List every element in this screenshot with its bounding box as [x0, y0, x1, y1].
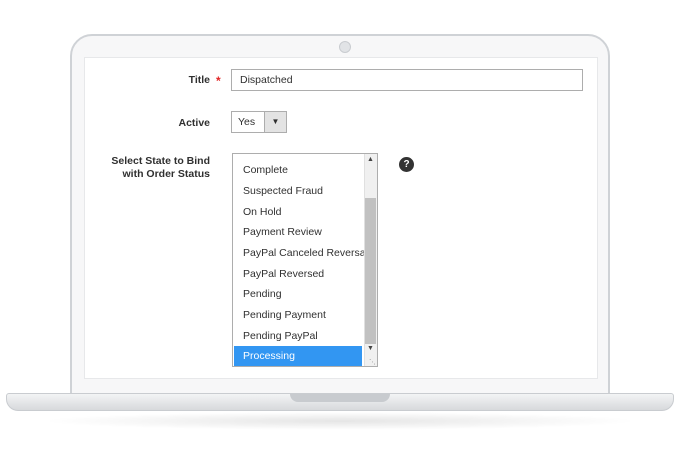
active-select-value: Yes: [238, 116, 256, 128]
active-select[interactable]: Yes ▼: [231, 111, 287, 133]
required-star: *: [216, 74, 221, 88]
active-label: Active: [178, 117, 210, 129]
question-mark-icon[interactable]: ?: [399, 157, 414, 172]
state-option[interactable]: On Hold: [234, 202, 362, 222]
state-option[interactable]: PayPal Reversed: [234, 264, 362, 284]
state-option[interactable]: Payment Review: [234, 222, 362, 242]
state-label-line1: Select State to Bind: [111, 155, 210, 167]
title-input[interactable]: [231, 69, 583, 91]
state-option-selected[interactable]: Processing: [234, 346, 362, 366]
state-label: Select State to Bind with Order Status: [20, 155, 210, 181]
state-option[interactable]: Pending: [234, 284, 362, 304]
resize-grip-icon[interactable]: ⋱: [369, 358, 376, 366]
state-multiselect[interactable]: Complete Suspected Fraud On Hold Payment…: [232, 153, 378, 367]
state-option[interactable]: Complete: [234, 160, 362, 180]
chevron-down-icon[interactable]: ▼: [264, 112, 286, 132]
camera-icon: [339, 41, 351, 53]
laptop-notch: [290, 394, 390, 402]
title-label: Title: [188, 74, 210, 86]
laptop-shadow: [40, 412, 640, 430]
state-option[interactable]: PayPal Canceled Reversal: [234, 243, 368, 263]
scrollbar-thumb[interactable]: [365, 198, 376, 344]
state-option[interactable]: Suspected Fraud: [234, 181, 362, 201]
state-option[interactable]: Pending Payment: [234, 305, 362, 325]
state-option[interactable]: Pending PayPal: [234, 326, 362, 346]
scroll-up-icon[interactable]: ▲: [365, 154, 376, 166]
state-label-line2: with Order Status: [122, 168, 210, 180]
scroll-down-icon[interactable]: ▼: [365, 343, 376, 355]
